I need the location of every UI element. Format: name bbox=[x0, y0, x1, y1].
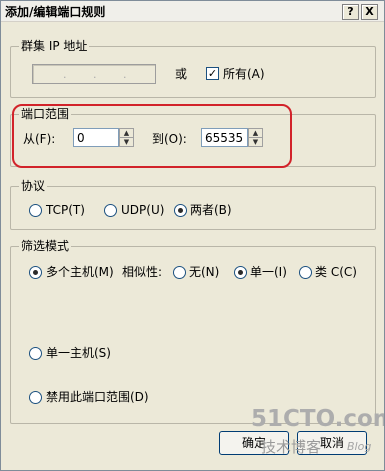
multi-host-radio[interactable] bbox=[29, 266, 42, 279]
filter-mode-group-label: 筛选模式 bbox=[19, 239, 72, 253]
affinity-classc-label[interactable]: 类 C(C) bbox=[315, 265, 357, 279]
disable-range-radio[interactable] bbox=[29, 391, 42, 404]
watermark-site: 51CTO.com bbox=[251, 406, 385, 432]
protocol-udp-label[interactable]: UDP(U) bbox=[121, 203, 164, 217]
cluster-ip-field: . . . bbox=[32, 64, 156, 84]
affinity-none-label[interactable]: 无(N) bbox=[189, 265, 219, 279]
protocol-tcp-label[interactable]: TCP(T) bbox=[46, 203, 85, 217]
watermark: 51CTO.com 技术博客 Blog bbox=[251, 406, 384, 466]
protocol-udp-radio[interactable] bbox=[104, 204, 117, 217]
affinity-label: 相似性: bbox=[122, 265, 163, 279]
cluster-ip-group-label: 群集 IP 地址 bbox=[19, 39, 90, 53]
watermark-sub: 技术博客 bbox=[261, 438, 322, 456]
protocol-both-label[interactable]: 两者(B) bbox=[190, 203, 232, 217]
protocol-both-radio[interactable] bbox=[174, 204, 187, 217]
help-button[interactable]: ? bbox=[342, 4, 359, 20]
single-host-radio[interactable] bbox=[29, 347, 42, 360]
single-host-label[interactable]: 单一主机(S) bbox=[46, 346, 111, 360]
watermark-blog: Blog bbox=[347, 440, 372, 453]
all-checkbox-label[interactable]: 所有(A) bbox=[223, 67, 265, 81]
disable-range-label[interactable]: 禁用此端口范围(D) bbox=[46, 390, 149, 404]
multi-host-label[interactable]: 多个主机(M) bbox=[46, 265, 114, 279]
protocol-tcp-radio[interactable] bbox=[29, 204, 42, 217]
title-bar: 添加/编辑端口规则 ? X bbox=[1, 1, 384, 22]
window-title: 添加/编辑端口规则 bbox=[5, 5, 106, 19]
protocol-group-label: 协议 bbox=[19, 179, 48, 193]
affinity-single-radio[interactable] bbox=[234, 266, 247, 279]
port-rule-dialog: 添加/编辑端口规则 ? X 群集 IP 地址 . . . 或 ✓ 所有(A) 端… bbox=[0, 0, 385, 471]
affinity-none-radio[interactable] bbox=[173, 266, 186, 279]
close-button[interactable]: X bbox=[361, 4, 378, 20]
all-checkbox[interactable]: ✓ bbox=[206, 67, 219, 80]
affinity-classc-radio[interactable] bbox=[299, 266, 312, 279]
or-label: 或 bbox=[175, 67, 188, 81]
affinity-single-label[interactable]: 单一(I) bbox=[250, 265, 287, 279]
annotation-highlight bbox=[12, 104, 292, 168]
